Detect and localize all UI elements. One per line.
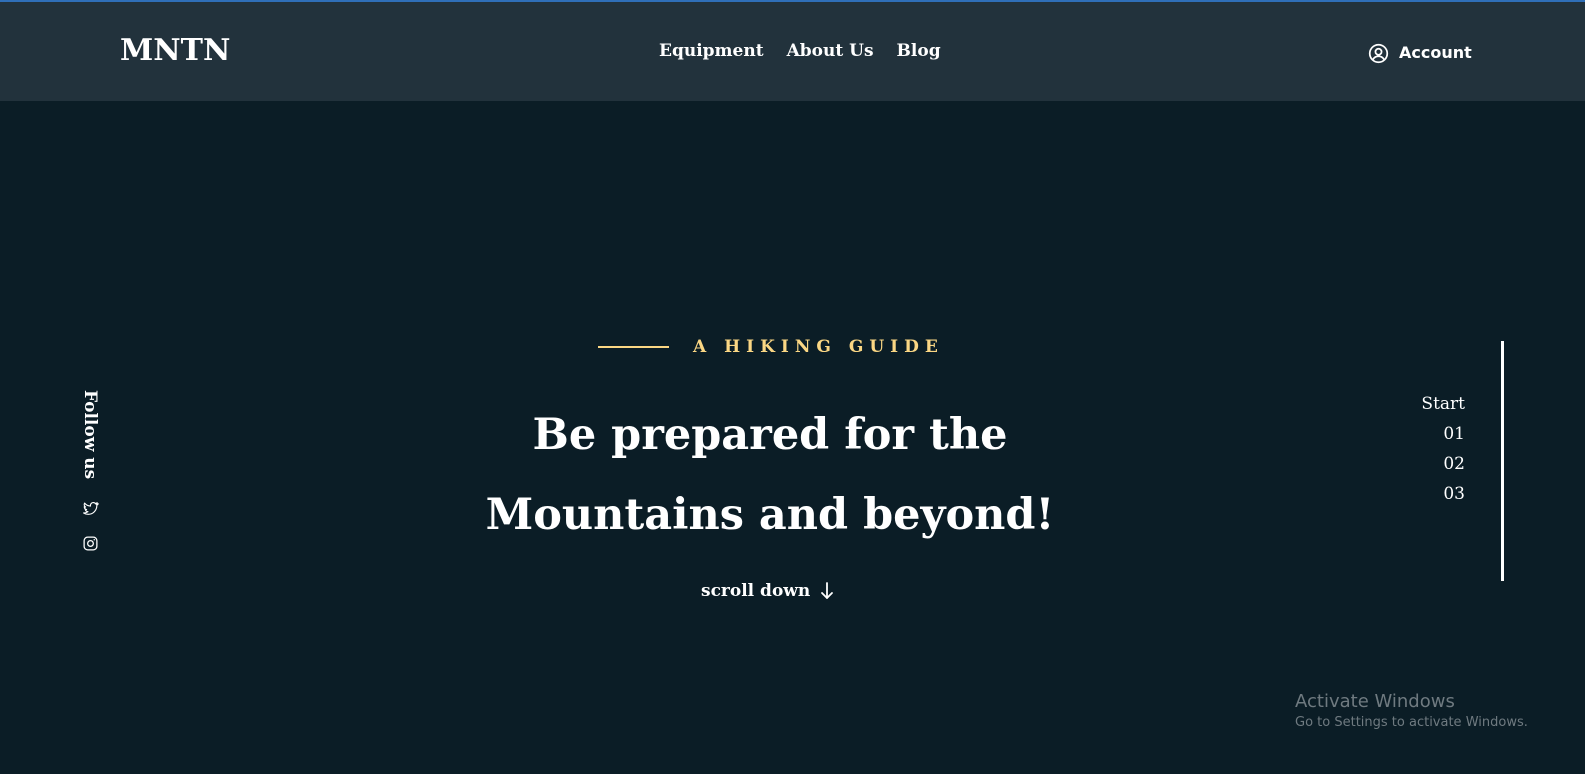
watermark-title: Activate Windows [1295, 691, 1455, 712]
pager-progress-line [1501, 341, 1504, 581]
account-button[interactable]: Account [1368, 42, 1472, 64]
watermark-subtitle: Go to Settings to activate Windows. [1295, 715, 1528, 730]
user-circle-icon [1368, 43, 1389, 63]
hero-headline: Be prepared for the Mountains and beyond… [470, 395, 1070, 555]
eyebrow-divider [598, 346, 669, 348]
instagram-icon[interactable] [82, 535, 99, 552]
main-nav: Equipment About Us Blog [659, 40, 941, 62]
pager-item-01[interactable]: 01 [1421, 419, 1465, 449]
headline-line-1: Be prepared for the [532, 410, 1008, 460]
nav-item-about-us[interactable]: About Us [787, 40, 874, 62]
follow-us-label: Follow us [80, 390, 100, 480]
windows-activation-watermark: Activate Windows Go to Settings to activ… [1295, 690, 1528, 732]
account-label: Account [1399, 43, 1472, 62]
scroll-down-label: scroll down [701, 581, 811, 601]
nav-item-equipment[interactable]: Equipment [659, 40, 764, 62]
site-header: MNTN Equipment About Us Blog Account [0, 2, 1585, 101]
pager-item-start[interactable]: Start [1421, 389, 1465, 419]
slide-pager: Start 01 02 03 [1421, 389, 1465, 509]
nav-item-blog[interactable]: Blog [897, 40, 941, 62]
pager-item-03[interactable]: 03 [1421, 479, 1465, 509]
arrow-down-icon [821, 582, 834, 599]
site-logo[interactable]: MNTN [120, 33, 230, 69]
pager-item-02[interactable]: 02 [1421, 449, 1465, 479]
twitter-icon[interactable] [82, 500, 99, 517]
eyebrow-text: A HIKING GUIDE [693, 337, 944, 357]
hero-eyebrow: A HIKING GUIDE [598, 336, 944, 358]
scroll-down-link[interactable]: scroll down [701, 580, 834, 602]
headline-line-2: Mountains and beyond! [485, 490, 1055, 540]
